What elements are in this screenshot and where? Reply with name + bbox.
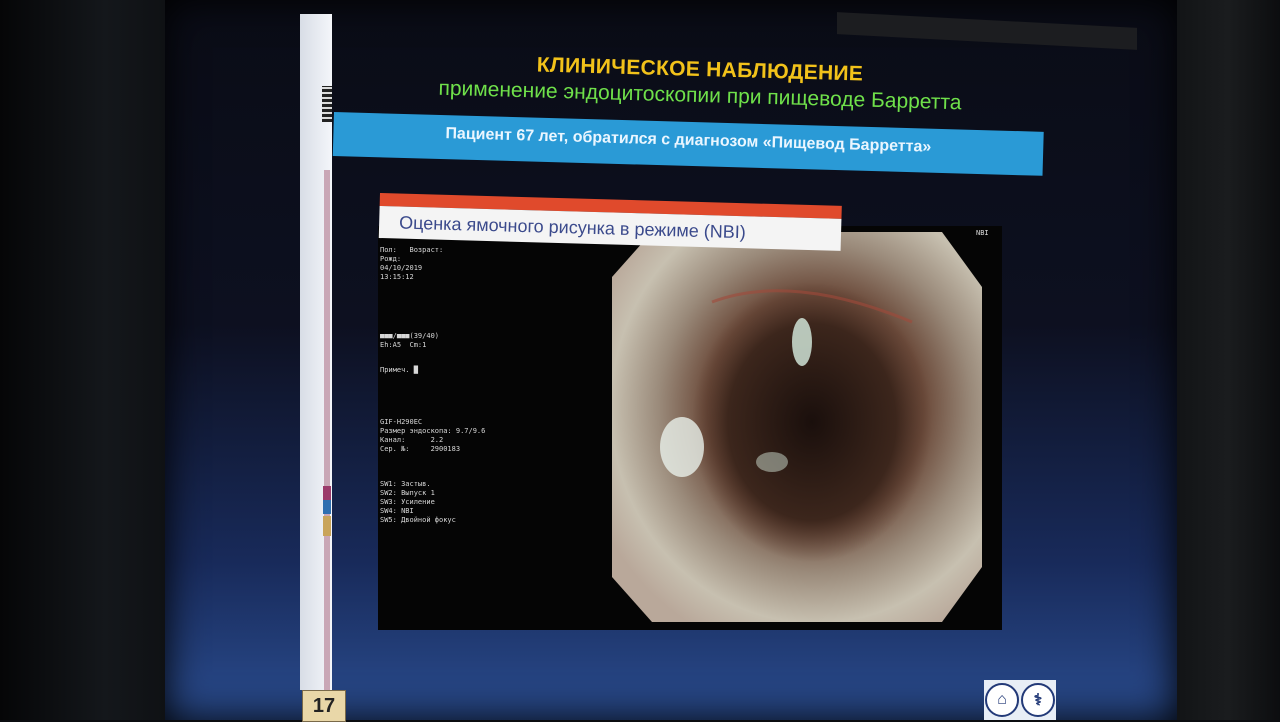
patient-line: 04/10/2019 xyxy=(380,264,423,272)
strip-mark-blue xyxy=(323,500,331,514)
status-line: ■■■/■■■(39/40) xyxy=(380,332,440,340)
status-line: Eh:A5 Cm:1 xyxy=(380,341,427,349)
caduceus-logo-icon: ⚕ xyxy=(1021,683,1055,717)
status-info: ■■■/■■■(39/40) Eh:A5 Cm:1 xyxy=(380,332,439,350)
device-line: Размер эндоскопа: 9.7/9.6 xyxy=(380,427,486,435)
switch-line: SW2: Выпуск 1 xyxy=(380,489,435,497)
device-line: Сер. №: 2900183 xyxy=(380,445,461,453)
strip-mark-magenta xyxy=(323,486,331,500)
logos: ⌂ ⚕ xyxy=(984,680,1056,720)
strip-barcode xyxy=(322,86,332,122)
patient-line: 13:15:12 xyxy=(380,273,414,281)
strip-mark-gold xyxy=(323,516,331,536)
nbi-mode-tag: NBI xyxy=(976,229,989,237)
page-number: 17 xyxy=(302,690,346,722)
switch-line: SW5: Двойной фокус xyxy=(380,516,456,524)
patient-line: Рожд: xyxy=(380,255,402,263)
device-line: GIF-H290EC xyxy=(380,418,423,426)
device-info: GIF-H290EC Размер эндоскопа: 9.7/9.6 Кан… xyxy=(380,418,485,454)
patient-info: Пол: Возраст: Рожд: 04/10/2019 13:15:12 xyxy=(380,246,443,282)
device-line: Канал: 2.2 xyxy=(380,436,444,444)
comment-line: Примеч. █ xyxy=(380,366,418,374)
room-wall-left xyxy=(0,0,175,720)
patient-line: Пол: Возраст: xyxy=(380,246,444,254)
screen-frame-bar xyxy=(837,12,1137,50)
comment-info: Примеч. █ xyxy=(380,366,418,375)
switch-line: SW3: Усиление xyxy=(380,498,435,506)
switch-line: SW4: NBI xyxy=(380,507,414,515)
endoscopy-image xyxy=(612,232,982,622)
clinic-logo-icon: ⌂ xyxy=(985,683,1019,717)
switch-line: SW1: Застыв. xyxy=(380,480,431,488)
strip-line xyxy=(324,170,330,690)
switch-info: SW1: Застыв. SW2: Выпуск 1 SW3: Усиление… xyxy=(380,480,456,525)
